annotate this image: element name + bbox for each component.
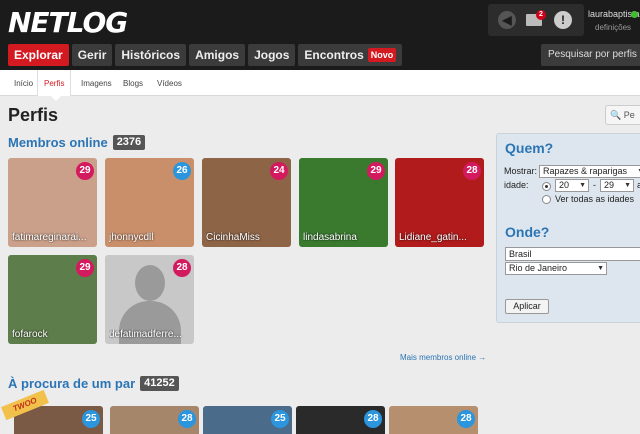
pair-card[interactable]: 28 <box>110 406 199 434</box>
pair-count-badge: 41252 <box>140 376 179 391</box>
age-badge: 28 <box>364 410 382 428</box>
alert-icon[interactable]: ! <box>554 11 572 29</box>
settings-link[interactable]: definições <box>595 23 631 32</box>
age-badge: 28 <box>463 162 481 180</box>
age-badge: 24 <box>270 162 288 180</box>
online-count-badge: 2376 <box>112 135 146 150</box>
member-name: jhonnycdll <box>109 232 154 243</box>
subtab-videos[interactable]: Vídeos <box>157 79 182 88</box>
member-name: defatimadferre... <box>109 329 182 340</box>
nav-amigos[interactable]: Amigos <box>189 44 246 66</box>
who-title: Quem? <box>505 140 554 156</box>
subtab-blogs[interactable]: Blogs <box>123 79 143 88</box>
member-card[interactable]: 29 fofarock <box>8 255 97 344</box>
member-name: Lidiane_gatin... <box>399 232 467 243</box>
header-icon-group: ◀ 2 ! <box>488 4 584 36</box>
main-nav: Explorar Gerir Históricos Amigos Jogos E… <box>8 44 403 66</box>
page-title: Perfis <box>8 105 59 125</box>
age-badge: 25 <box>271 410 289 428</box>
search-profiles-button[interactable]: Pesquisar por perfis <box>541 44 640 66</box>
age-badge: 29 <box>367 162 385 180</box>
chevron-down-icon: ▼ <box>624 182 631 189</box>
subtab-imagens[interactable]: Imagens <box>81 79 112 88</box>
member-card[interactable]: 24 CicinhaMiss <box>202 158 291 247</box>
age-separator: - <box>593 180 596 190</box>
pair-card[interactable]: 25 <box>203 406 292 434</box>
online-status-icon <box>631 11 638 18</box>
netlog-logo[interactable]: NETLOG <box>8 6 128 39</box>
mail-count-badge: 2 <box>536 10 546 20</box>
member-card[interactable]: 28 defatimadferre... <box>105 255 194 344</box>
online-members-title: Membros online 2376 <box>8 135 146 150</box>
show-label: Mostrar: <box>504 166 538 176</box>
back-icon[interactable]: ◀ <box>498 11 516 29</box>
member-name: fofarock <box>12 329 48 340</box>
subtab-perfis[interactable]: Perfis <box>44 79 64 88</box>
filter-panel: Quem? Mostrar: Rapazes & raparigas▼ idad… <box>496 133 640 323</box>
all-ages-label: Ver todas as idades <box>555 194 635 204</box>
chevron-down-icon: ▼ <box>579 182 586 189</box>
age-badge: 26 <box>173 162 191 180</box>
member-card[interactable]: 28 Lidiane_gatin... <box>395 158 484 247</box>
member-name: fatimareginarai... <box>12 232 87 243</box>
country-input[interactable]: Brasil <box>505 247 640 261</box>
member-card[interactable]: 29 fatimareginarai... <box>8 158 97 247</box>
more-online-link[interactable]: Mais membros online → <box>400 353 486 362</box>
member-card[interactable]: 26 jhonnycdll <box>105 158 194 247</box>
age-badge: 29 <box>76 162 94 180</box>
age-badge: 25 <box>82 410 100 428</box>
search-icon: 🔍 <box>610 110 622 120</box>
member-card[interactable]: 29 lindasabrina <box>299 158 388 247</box>
member-name: lindasabrina <box>303 232 357 243</box>
top-header: NETLOG ◀ 2 ! laurabaptista definições Ex… <box>0 0 640 70</box>
age-to-select[interactable]: 29 ▼ <box>600 179 634 192</box>
nav-gerir[interactable]: Gerir <box>71 44 113 66</box>
age-badge: 28 <box>173 259 191 277</box>
age-label: idade: <box>504 180 529 190</box>
apply-button[interactable]: Aplicar <box>505 299 549 314</box>
pair-card[interactable]: 28 <box>389 406 478 434</box>
region-select[interactable]: Rio de Janeiro ▼ <box>505 262 607 275</box>
subtab-inicio[interactable]: Início <box>14 79 33 88</box>
profile-search-input[interactable]: 🔍 Pe <box>605 105 640 125</box>
age-badge: 29 <box>76 259 94 277</box>
pair-section-title: À procura de um par 41252 <box>8 376 179 391</box>
nav-historicos[interactable]: Históricos <box>115 44 187 66</box>
all-ages-radio[interactable] <box>542 195 551 204</box>
age-badge: 28 <box>457 410 475 428</box>
age-from-select[interactable]: 20 ▼ <box>555 179 589 192</box>
nav-encontros[interactable]: Encontros Novo <box>298 44 403 66</box>
age-range-radio[interactable] <box>542 182 551 191</box>
chevron-down-icon: ▼ <box>597 265 604 272</box>
active-subtab-pointer <box>50 95 62 101</box>
member-name: CicinhaMiss <box>206 232 260 243</box>
age-badge: 28 <box>178 410 196 428</box>
nav-jogos[interactable]: Jogos <box>248 44 296 66</box>
where-title: Onde? <box>505 224 550 240</box>
gender-select[interactable]: Rapazes & raparigas▼ <box>539 165 640 178</box>
default-avatar-icon <box>135 265 165 301</box>
new-badge: Novo <box>367 48 397 62</box>
pair-card[interactable]: 28 <box>296 406 385 434</box>
nav-explorar[interactable]: Explorar <box>8 44 69 66</box>
